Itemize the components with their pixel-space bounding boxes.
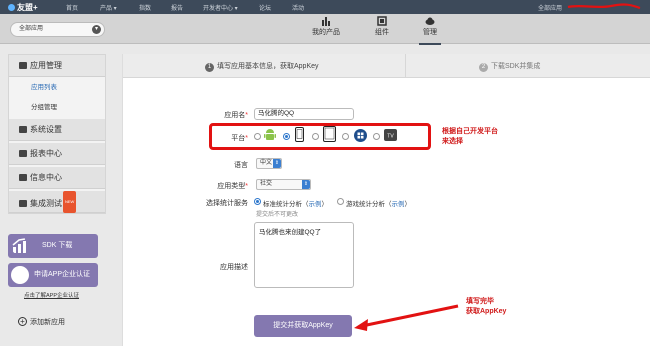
nav-all-apps[interactable]: 全部应用 — [538, 3, 562, 12]
nav-events[interactable]: 活动 — [292, 3, 304, 12]
language-label: 语言 — [234, 162, 248, 169]
description-label: 应用描述 — [220, 264, 248, 271]
nav-reports[interactable]: 报告 — [171, 3, 183, 12]
stats-game-example-link[interactable]: 示例 — [392, 201, 405, 208]
app-management-icon — [19, 62, 27, 69]
tab-my-products[interactable]: 我的产品 — [301, 16, 351, 44]
platform-radio-ipad[interactable] — [312, 133, 319, 140]
stats-standard-example-link[interactable]: 示例 — [309, 201, 322, 208]
certification-badge-icon — [11, 266, 29, 284]
platform-radio-tv[interactable] — [373, 133, 380, 140]
sidebar-integration-test[interactable]: 集成测试 NEW — [9, 191, 105, 213]
step-2: 2 下载SDK并集成 — [479, 61, 540, 72]
add-new-app-button[interactable]: + 添加新应用 — [18, 317, 65, 327]
settings-icon — [19, 126, 27, 133]
windows-phone-icon — [354, 129, 367, 142]
bar-chart-icon — [322, 17, 330, 26]
sidebar-message-center[interactable]: 信息中心 — [9, 167, 105, 189]
top-nav: 友盟+ 首页 产品 ▾ 指数 报告 开发者中心 ▾ 论坛 活动 全部应用 — [0, 0, 650, 14]
chevron-down-icon: ▾ — [92, 25, 101, 34]
tab-components[interactable]: 组件 — [357, 16, 407, 44]
nav-products[interactable]: 产品 ▾ — [100, 3, 117, 12]
sidebar-report-center[interactable]: 报表中心 — [9, 143, 105, 165]
app-type-label: 应用类型* — [217, 183, 248, 190]
sidebar-system-settings[interactable]: 系统设置 — [9, 119, 105, 141]
redacted-username[interactable] — [566, 2, 642, 11]
step-indicator: 1 填写应用基本信息，获取AppKey 2 下载SDK并集成 — [123, 54, 650, 78]
step-divider — [405, 54, 406, 78]
nav-home[interactable]: 首页 — [66, 3, 78, 12]
app-name-label: 应用名* — [224, 112, 248, 119]
nav-developer-center[interactable]: 开发者中心 ▾ — [203, 3, 238, 12]
description-textarea[interactable]: 马化腾也来创建QQ了 — [254, 222, 354, 288]
message-icon — [19, 174, 27, 181]
platform-radio-iphone[interactable] — [283, 133, 290, 140]
component-icon — [377, 16, 387, 26]
annotation-arrow — [354, 304, 459, 331]
ipad-icon — [323, 126, 336, 142]
stats-service-label: 选择统计服务 — [206, 200, 248, 207]
app-name-input[interactable]: 马化腾的QQ — [254, 108, 354, 120]
submit-annotation: 填写完毕 获取AppKey — [466, 298, 507, 315]
step-1: 1 填写应用基本信息，获取AppKey — [205, 61, 319, 72]
new-badge: NEW — [63, 191, 77, 213]
sidebar-item-group-management[interactable]: 分组管理 — [9, 98, 105, 118]
logo-icon — [8, 4, 15, 11]
platform-radio-windows-phone[interactable] — [342, 133, 349, 140]
language-select[interactable]: 中文 ⇕ — [256, 158, 282, 169]
report-icon — [19, 150, 27, 157]
select-arrow-icon: ⇕ — [273, 159, 281, 168]
platform-annotation: 根据自己开发平台 来选择 — [442, 128, 498, 145]
tab-management[interactable]: 管理 — [405, 16, 455, 45]
platform-radio-android[interactable] — [254, 133, 261, 140]
stats-game-option[interactable]: 游戏统计分析（示例） — [346, 198, 411, 208]
app-type-select[interactable]: 社交 ⇕ — [256, 179, 311, 190]
stats-hint: 提交后不可更改 — [256, 212, 299, 218]
chart-up-icon — [12, 238, 26, 253]
tv-icon: TV — [384, 129, 397, 141]
sdk-download-button[interactable]: SDK 下载 — [8, 234, 98, 258]
stats-standard-option[interactable]: 标准统计分析（示例） — [263, 198, 328, 208]
enterprise-certification-button[interactable]: 申请APP企业认证 — [8, 263, 98, 287]
umeng-logo[interactable]: 友盟+ — [8, 2, 38, 13]
stats-game-radio[interactable] — [337, 198, 344, 205]
sidebar-app-management[interactable]: 应用管理 — [9, 55, 105, 77]
svg-text:TV: TV — [387, 134, 394, 140]
android-icon — [264, 129, 276, 140]
sub-header: 全部应用 ▾ 我的产品 组件 管理 — [0, 14, 650, 45]
cloud-icon — [425, 17, 435, 25]
nav-forum[interactable]: 论坛 — [259, 3, 271, 12]
monitor-icon — [19, 200, 27, 207]
iphone-icon — [295, 127, 304, 142]
submit-get-appkey-button[interactable]: 提交并获取AppKey — [254, 315, 352, 337]
sidebar-item-app-list[interactable]: 应用列表 — [9, 78, 105, 98]
plus-icon: + — [18, 317, 27, 326]
nav-index[interactable]: 指数 — [139, 3, 151, 12]
enterprise-certification-link[interactable]: 点击了解APP企业认证 — [24, 291, 79, 299]
stats-standard-radio[interactable] — [254, 198, 261, 205]
sidebar: 应用管理 应用列表 分组管理 系统设置 报表中心 信息中心 集成测试 NEW — [8, 54, 106, 214]
select-arrow-icon: ⇕ — [302, 180, 310, 189]
platform-label: 平台* — [231, 135, 248, 142]
app-selector[interactable]: 全部应用 ▾ — [10, 22, 105, 37]
